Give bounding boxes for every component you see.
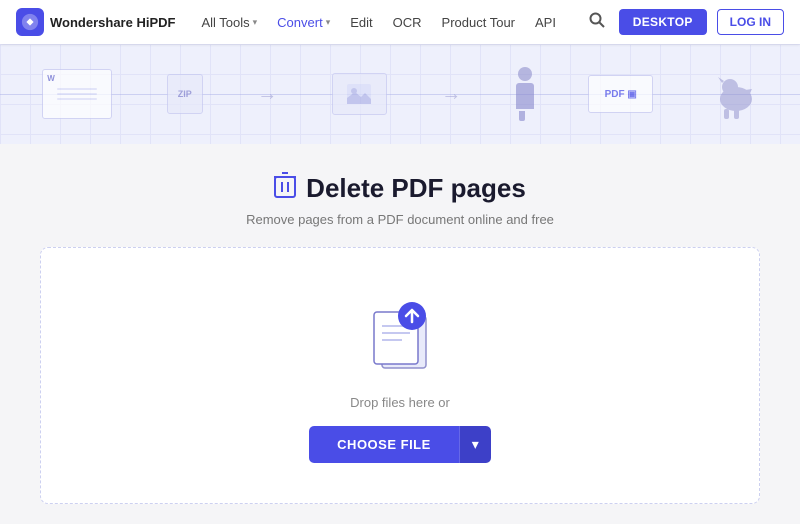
nav-right: DESKTOP LOG IN (585, 8, 784, 37)
nav-all-tools[interactable]: All Tools ▾ (193, 9, 265, 36)
drop-text: Drop files here or (350, 395, 450, 410)
nav-edit[interactable]: Edit (342, 9, 380, 36)
nav-convert[interactable]: Convert ▾ (269, 9, 338, 36)
nav-product-tour[interactable]: Product Tour (434, 9, 523, 36)
desktop-button[interactable]: DESKTOP (619, 9, 707, 35)
upload-svg (360, 298, 440, 370)
chevron-down-icon: ▾ (472, 436, 479, 452)
trash-icon (274, 172, 296, 204)
page-title: Delete PDF pages (306, 173, 526, 204)
circuit-line (0, 94, 800, 95)
main-content: Delete PDF pages Remove pages from a PDF… (0, 144, 800, 524)
chevron-down-icon: ▾ (326, 17, 331, 28)
navbar: Wondershare HiPDF All Tools ▾ Convert ▾ … (0, 0, 800, 44)
chevron-down-icon: ▾ (253, 17, 258, 28)
nav-api[interactable]: API (527, 9, 564, 36)
logo-icon (16, 8, 44, 36)
upload-icon (360, 298, 440, 375)
page-title-wrapper: Delete PDF pages (274, 172, 526, 204)
choose-file-dropdown-button[interactable]: ▾ (459, 426, 491, 463)
brand-logo[interactable]: Wondershare HiPDF (16, 8, 175, 36)
brand-name: Wondershare HiPDF (50, 15, 175, 30)
nav-links: All Tools ▾ Convert ▾ Edit OCR Product T… (193, 9, 584, 36)
choose-file-button[interactable]: CHOOSE FILE (309, 426, 459, 463)
nav-ocr[interactable]: OCR (385, 9, 430, 36)
drop-zone[interactable]: Drop files here or CHOOSE FILE ▾ (40, 247, 760, 504)
hero-banner: W ZIP → → PDF ▣ (0, 44, 800, 144)
search-button[interactable] (585, 8, 609, 37)
choose-file-wrapper: CHOOSE FILE ▾ (309, 426, 491, 463)
page-subtitle: Remove pages from a PDF document online … (246, 212, 554, 227)
login-button[interactable]: LOG IN (717, 9, 784, 35)
